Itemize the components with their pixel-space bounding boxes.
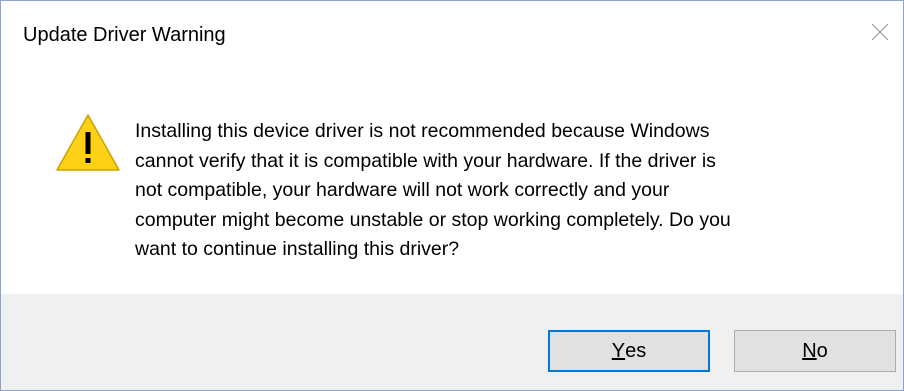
no-button[interactable]: No xyxy=(734,330,896,372)
no-button-accelerator: N xyxy=(802,339,817,362)
yes-button[interactable]: Yes xyxy=(548,330,710,372)
yes-button-accelerator: Y xyxy=(611,339,626,362)
dialog-title: Update Driver Warning xyxy=(23,24,226,46)
no-button-label: o xyxy=(816,339,828,362)
button-bar: Yes No xyxy=(1,294,903,390)
close-icon xyxy=(871,23,889,41)
close-button[interactable] xyxy=(857,1,903,63)
yes-button-label: es xyxy=(625,339,647,362)
warning-triangle-icon xyxy=(56,114,120,171)
dialog-content: Installing this device driver is not rec… xyxy=(1,67,903,294)
warning-message: Installing this device driver is not rec… xyxy=(135,120,731,261)
update-driver-warning-dialog: Update Driver Warning Installing this de… xyxy=(0,0,904,391)
title-bar[interactable]: Update Driver Warning xyxy=(1,1,903,67)
